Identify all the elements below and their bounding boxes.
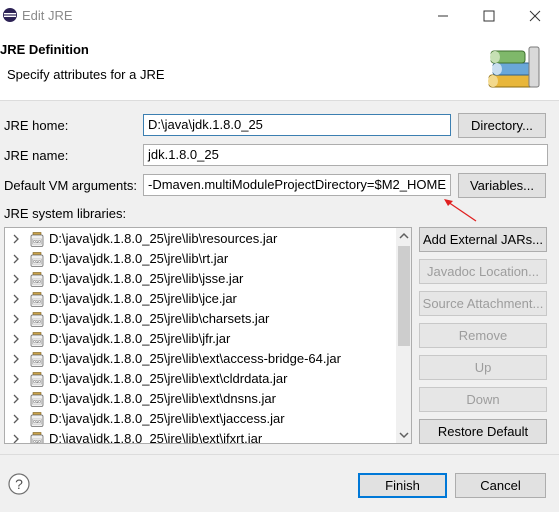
svg-text:010: 010 — [33, 299, 41, 304]
annotation-arrow-icon — [444, 199, 477, 222]
svg-text:010: 010 — [33, 239, 41, 244]
chevron-right-icon[interactable] — [11, 433, 21, 444]
remove-button[interactable]: Remove — [419, 323, 547, 348]
chevron-right-icon[interactable] — [11, 393, 21, 405]
svg-text:010: 010 — [33, 279, 41, 284]
svg-text:?: ? — [15, 476, 23, 492]
jre-home-label: JRE home: — [4, 118, 69, 133]
library-row[interactable]: 010 D:\java\jdk.1.8.0_25\jre\lib\rt.jar — [5, 249, 395, 269]
vertical-scrollbar[interactable] — [396, 228, 412, 443]
scroll-down-icon[interactable] — [396, 427, 412, 443]
library-row[interactable]: 010 D:\java\jdk.1.8.0_25\jre\lib\jfr.jar — [5, 329, 395, 349]
edit-jre-dialog: Edit JRE JRE Definition Specify attribut… — [0, 0, 559, 512]
jar-icon: 010 — [30, 272, 44, 287]
header-subtitle: Specify attributes for a JRE — [7, 67, 165, 82]
vm-arguments-label: Default VM arguments: — [4, 178, 137, 193]
svg-text:010: 010 — [33, 259, 41, 264]
close-icon — [529, 10, 541, 22]
chevron-right-icon[interactable] — [11, 293, 21, 305]
libraries-label: JRE system libraries: — [4, 206, 127, 221]
svg-text:010: 010 — [33, 359, 41, 364]
library-path: D:\java\jdk.1.8.0_25\jre\lib\jce.jar — [49, 291, 237, 306]
directory-button[interactable]: Directory... — [458, 113, 546, 138]
javadoc-location-button[interactable]: Javadoc Location... — [419, 259, 547, 284]
chevron-right-icon[interactable] — [11, 253, 21, 265]
library-row[interactable]: 010 D:\java\jdk.1.8.0_25\jre\lib\ext\jfxr… — [5, 429, 395, 444]
chevron-right-icon[interactable] — [11, 233, 21, 245]
svg-text:010: 010 — [33, 439, 41, 444]
eclipse-icon — [3, 8, 17, 22]
library-row[interactable]: 010 D:\java\jdk.1.8.0_25\jre\lib\ext\jacc… — [5, 409, 395, 429]
minimize-button[interactable] — [420, 0, 466, 31]
maximize-icon — [483, 10, 495, 22]
up-button[interactable]: Up — [419, 355, 547, 380]
jar-icon: 010 — [30, 252, 44, 267]
chevron-right-icon[interactable] — [11, 413, 21, 425]
library-row[interactable]: 010 D:\java\jdk.1.8.0_25\jre\lib\ext\dnsn… — [5, 389, 395, 409]
library-row[interactable]: 010 D:\java\jdk.1.8.0_25\jre\lib\ext\cldr… — [5, 369, 395, 389]
library-path: D:\java\jdk.1.8.0_25\jre\lib\charsets.ja… — [49, 311, 270, 326]
library-path: D:\java\jdk.1.8.0_25\jre\lib\jfr.jar — [49, 331, 231, 346]
chevron-right-icon[interactable] — [11, 353, 21, 365]
library-row[interactable]: 010 D:\java\jdk.1.8.0_25\jre\lib\charsets… — [5, 309, 395, 329]
jar-icon: 010 — [30, 292, 44, 307]
jar-icon: 010 — [30, 412, 44, 427]
svg-text:010: 010 — [33, 379, 41, 384]
jar-icon: 010 — [30, 232, 44, 247]
library-path: D:\java\jdk.1.8.0_25\jre\lib\ext\cldrdat… — [49, 371, 288, 386]
maximize-button[interactable] — [466, 0, 512, 31]
svg-text:010: 010 — [33, 339, 41, 344]
jre-home-input[interactable]: D:\java\jdk.1.8.0_25 — [143, 114, 451, 136]
down-button[interactable]: Down — [419, 387, 547, 412]
dialog-header: JRE Definition Specify attributes for a … — [0, 31, 559, 101]
title-bar: Edit JRE — [0, 0, 559, 31]
library-path: D:\java\jdk.1.8.0_25\jre\lib\ext\jaccess… — [49, 411, 285, 426]
library-row[interactable]: 010 D:\java\jdk.1.8.0_25\jre\lib\jsse.jar — [5, 269, 395, 289]
jre-name-label: JRE name: — [4, 148, 69, 163]
library-path: D:\java\jdk.1.8.0_25\jre\lib\resources.j… — [49, 231, 278, 246]
scrollbar-thumb[interactable] — [398, 246, 410, 346]
footer-separator — [0, 454, 559, 455]
library-row[interactable]: 010 D:\java\jdk.1.8.0_25\jre\lib\jce.jar — [5, 289, 395, 309]
chevron-right-icon[interactable] — [11, 313, 21, 325]
chevron-right-icon[interactable] — [11, 273, 21, 285]
help-icon[interactable]: ? — [8, 473, 30, 495]
header-title: JRE Definition — [0, 42, 89, 57]
chevron-right-icon[interactable] — [11, 373, 21, 385]
library-row[interactable]: 010 D:\java\jdk.1.8.0_25\jre\lib\resource… — [5, 229, 395, 249]
chevron-right-icon[interactable] — [11, 333, 21, 345]
source-attachment-button[interactable]: Source Attachment... — [419, 291, 547, 316]
finish-button[interactable]: Finish — [358, 473, 447, 498]
minimize-icon — [438, 15, 448, 17]
cancel-button[interactable]: Cancel — [455, 473, 546, 498]
jar-icon: 010 — [30, 392, 44, 407]
library-books-icon — [488, 46, 540, 88]
jar-icon: 010 — [30, 372, 44, 387]
jar-icon: 010 — [30, 352, 44, 367]
scroll-up-icon[interactable] — [396, 228, 412, 244]
svg-text:010: 010 — [33, 419, 41, 424]
close-button[interactable] — [512, 0, 558, 31]
restore-default-button[interactable]: Restore Default — [419, 419, 547, 444]
library-path: D:\java\jdk.1.8.0_25\jre\lib\ext\access-… — [49, 351, 341, 366]
window-title: Edit JRE — [22, 8, 73, 23]
jre-name-input[interactable]: jdk.1.8.0_25 — [143, 144, 548, 166]
vm-arguments-input[interactable]: -Dmaven.multiModuleProjectDirectory=$M2_… — [143, 174, 451, 196]
jar-icon: 010 — [30, 432, 44, 444]
library-row[interactable]: 010 D:\java\jdk.1.8.0_25\jre\lib\ext\acce… — [5, 349, 395, 369]
jre-libraries-list[interactable]: 010 D:\java\jdk.1.8.0_25\jre\lib\ext\jfxr… — [4, 227, 412, 444]
jar-icon: 010 — [30, 332, 44, 347]
svg-text:010: 010 — [33, 319, 41, 324]
library-path: D:\java\jdk.1.8.0_25\jre\lib\ext\dnsns.j… — [49, 391, 276, 406]
library-path: D:\java\jdk.1.8.0_25\jre\lib\jsse.jar — [49, 271, 244, 286]
library-path: D:\java\jdk.1.8.0_25\jre\lib\rt.jar — [49, 251, 229, 266]
add-external-jars-button[interactable]: Add External JARs... — [419, 227, 547, 252]
svg-text:010: 010 — [33, 399, 41, 404]
jar-icon: 010 — [30, 312, 44, 327]
library-path: D:\java\jdk.1.8.0_25\jre\lib\ext\jfxrt.j… — [49, 431, 263, 444]
